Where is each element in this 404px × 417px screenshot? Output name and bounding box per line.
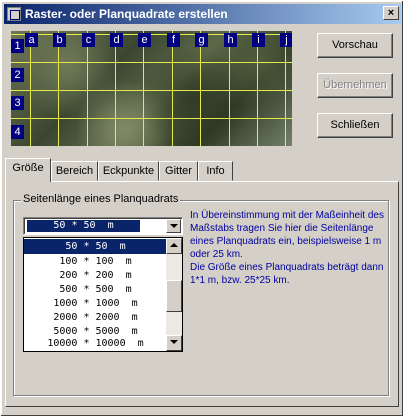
dropdown-option[interactable]: 2000 * 2000 m: [24, 310, 167, 325]
row-label-2: 2: [11, 68, 24, 82]
dropdown-option[interactable]: 1000 * 1000 m: [24, 296, 167, 311]
scroll-up-button[interactable]: [166, 238, 182, 254]
chevron-up-icon: [170, 243, 178, 247]
dropdown-scrollbar[interactable]: [166, 238, 182, 351]
column-label-j: j: [280, 33, 292, 47]
side-length-dropdown-list[interactable]: 50 * 50 m 100 * 100 m 200 * 200 m 500 * …: [23, 237, 183, 352]
apply-button[interactable]: Übernehmen: [317, 73, 393, 98]
column-label-f: f: [167, 33, 180, 47]
dropdown-option[interactable]: 5000 * 5000 m: [24, 324, 167, 339]
dialog-window: Raster- oder Planquadrate erstellen × a …: [0, 0, 404, 417]
dropdown-option[interactable]: 200 * 200 m: [24, 268, 167, 283]
dropdown-option[interactable]: 10000 * 10000 m: [24, 338, 167, 350]
app-icon: [7, 7, 21, 21]
column-label-a: a: [25, 33, 38, 47]
dropdown-option[interactable]: 100 * 100 m: [24, 254, 167, 269]
tab-info[interactable]: Info: [198, 161, 233, 181]
size-info-text: In Übereinstimmung mit der Maßeinheit de…: [190, 209, 385, 287]
group-title: Seitenlänge eines Planquadrats: [21, 193, 181, 205]
grid-preview: a b c d e f g h i j 1 2 3 4: [11, 31, 292, 146]
chevron-down-icon: [170, 224, 178, 228]
tab-area[interactable]: Bereich: [51, 161, 98, 181]
column-label-g: g: [195, 33, 208, 47]
info-paragraph-1: In Übereinstimmung mit der Maßeinheit de…: [190, 210, 384, 260]
column-label-d: d: [110, 33, 123, 47]
close-button[interactable]: Schließen: [317, 113, 393, 138]
title-bar[interactable]: Raster- oder Planquadrate erstellen ×: [4, 4, 401, 24]
combobox-dropdown-button[interactable]: [166, 219, 181, 233]
column-label-i: i: [252, 33, 265, 47]
side-length-combobox[interactable]: 50 * 50 m: [23, 217, 183, 235]
tab-grid[interactable]: Gitter: [159, 161, 198, 181]
grid-lines: [11, 31, 292, 146]
dropdown-option[interactable]: 50 * 50 m: [24, 239, 167, 254]
row-label-3: 3: [11, 96, 24, 110]
scroll-thumb[interactable]: [166, 280, 182, 312]
close-window-button[interactable]: ×: [383, 6, 399, 20]
row-label-1: 1: [11, 39, 24, 53]
column-label-c: c: [82, 33, 95, 47]
column-label-b: b: [53, 33, 66, 47]
window-title: Raster- oder Planquadrate erstellen: [25, 7, 228, 21]
dropdown-option[interactable]: 500 * 500 m: [24, 282, 167, 297]
info-paragraph-2: Die Größe eines Planquadrats beträgt dan…: [190, 262, 384, 286]
combobox-value: 50 * 50 m: [27, 220, 140, 232]
row-label-4: 4: [11, 125, 24, 139]
chevron-down-icon: [170, 340, 178, 344]
tab-size[interactable]: Größe: [5, 158, 51, 182]
scroll-down-button[interactable]: [166, 335, 182, 351]
preview-button[interactable]: Vorschau: [317, 33, 393, 58]
column-label-h: h: [224, 33, 237, 47]
tab-corner-points[interactable]: Eckpunkte: [98, 161, 159, 181]
column-label-e: e: [138, 33, 151, 47]
